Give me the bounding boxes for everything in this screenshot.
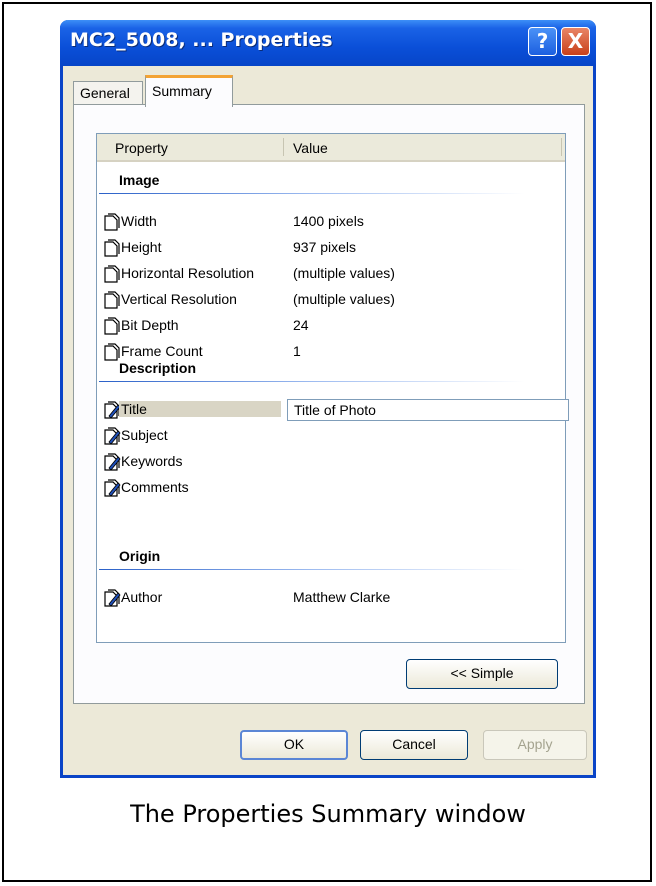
properties-dialog: MC2_5008, ... Properties ? X General Sum… bbox=[60, 20, 596, 778]
simple-view-button[interactable]: << Simple bbox=[406, 659, 558, 689]
editable-page-icon bbox=[104, 479, 121, 497]
help-button[interactable]: ? bbox=[528, 27, 557, 56]
column-divider[interactable] bbox=[561, 138, 562, 156]
close-button[interactable]: X bbox=[561, 27, 590, 56]
editable-page-icon bbox=[104, 589, 121, 607]
property-row[interactable]: Vertical Resolution (multiple values) bbox=[101, 288, 565, 312]
property-name: Horizontal Resolution bbox=[121, 265, 255, 281]
property-name: Subject bbox=[121, 427, 168, 443]
tab-summary[interactable]: Summary bbox=[145, 75, 233, 107]
readonly-page-icon bbox=[104, 265, 120, 283]
property-row[interactable]: Height 937 pixels bbox=[101, 236, 565, 260]
property-value: 24 bbox=[293, 317, 309, 333]
help-icon: ? bbox=[536, 29, 549, 53]
column-divider[interactable] bbox=[283, 138, 284, 156]
property-name: Height bbox=[121, 239, 162, 255]
editable-page-icon bbox=[104, 427, 121, 445]
property-value: Matthew Clarke bbox=[293, 589, 391, 605]
property-row[interactable]: Horizontal Resolution (multiple values) bbox=[101, 262, 565, 286]
property-row[interactable]: Author Matthew Clarke bbox=[101, 586, 565, 610]
window-title: MC2_5008, ... Properties bbox=[70, 29, 333, 51]
property-row[interactable]: Subject bbox=[101, 424, 565, 448]
property-value-text: Title of Photo bbox=[294, 402, 376, 418]
property-row[interactable]: Title Title of Photo bbox=[101, 398, 569, 422]
group-label: Origin bbox=[119, 548, 161, 564]
property-name: Comments bbox=[121, 479, 189, 495]
tab-general[interactable]: General bbox=[73, 81, 143, 105]
property-list[interactable]: Property Value Image Width 1400 pixels Heig… bbox=[96, 133, 569, 643]
title-bar[interactable]: MC2_5008, ... Properties ? X bbox=[60, 20, 596, 66]
group-label: Description bbox=[119, 360, 197, 376]
cancel-button[interactable]: Cancel bbox=[360, 730, 468, 760]
group-divider bbox=[99, 381, 525, 382]
group-label: Image bbox=[119, 172, 160, 188]
property-value: 937 pixels bbox=[293, 239, 357, 255]
property-value-input[interactable]: Title of Photo bbox=[287, 399, 569, 421]
readonly-page-icon bbox=[104, 291, 120, 309]
close-icon: X bbox=[567, 29, 584, 53]
property-value: (multiple values) bbox=[293, 291, 395, 307]
group-divider bbox=[99, 193, 525, 194]
apply-button[interactable]: Apply bbox=[483, 730, 587, 760]
group-header: Description bbox=[97, 358, 565, 382]
property-row[interactable]: Bit Depth 24 bbox=[101, 314, 565, 338]
property-row[interactable]: Comments bbox=[101, 476, 565, 500]
property-value: (multiple values) bbox=[293, 265, 395, 281]
property-row[interactable]: Width 1400 pixels bbox=[101, 210, 565, 234]
property-name: Author bbox=[121, 589, 163, 605]
property-name: Vertical Resolution bbox=[121, 291, 237, 307]
column-header-property[interactable]: Property bbox=[115, 140, 168, 156]
property-row[interactable]: Keywords bbox=[101, 450, 565, 474]
property-name: Title bbox=[119, 401, 281, 417]
group-header: Image bbox=[97, 170, 565, 194]
column-header: Property Value bbox=[97, 134, 565, 162]
figure-caption: The Properties Summary window bbox=[130, 800, 526, 828]
group-divider bbox=[99, 569, 525, 570]
property-name: Width bbox=[121, 213, 157, 229]
summary-panel: Property Value Image Width 1400 pixels Heig… bbox=[73, 104, 585, 704]
readonly-page-icon bbox=[104, 239, 120, 257]
group-header: Origin bbox=[97, 546, 565, 570]
property-value: 1 bbox=[293, 343, 301, 359]
readonly-page-icon bbox=[104, 213, 120, 231]
property-name: Bit Depth bbox=[121, 317, 179, 333]
editable-page-icon bbox=[104, 453, 121, 471]
ok-button[interactable]: OK bbox=[240, 730, 348, 760]
column-header-value[interactable]: Value bbox=[293, 140, 328, 156]
readonly-page-icon bbox=[104, 317, 120, 335]
property-name: Keywords bbox=[121, 453, 183, 469]
property-name: Frame Count bbox=[121, 343, 203, 359]
property-value: 1400 pixels bbox=[293, 213, 364, 229]
